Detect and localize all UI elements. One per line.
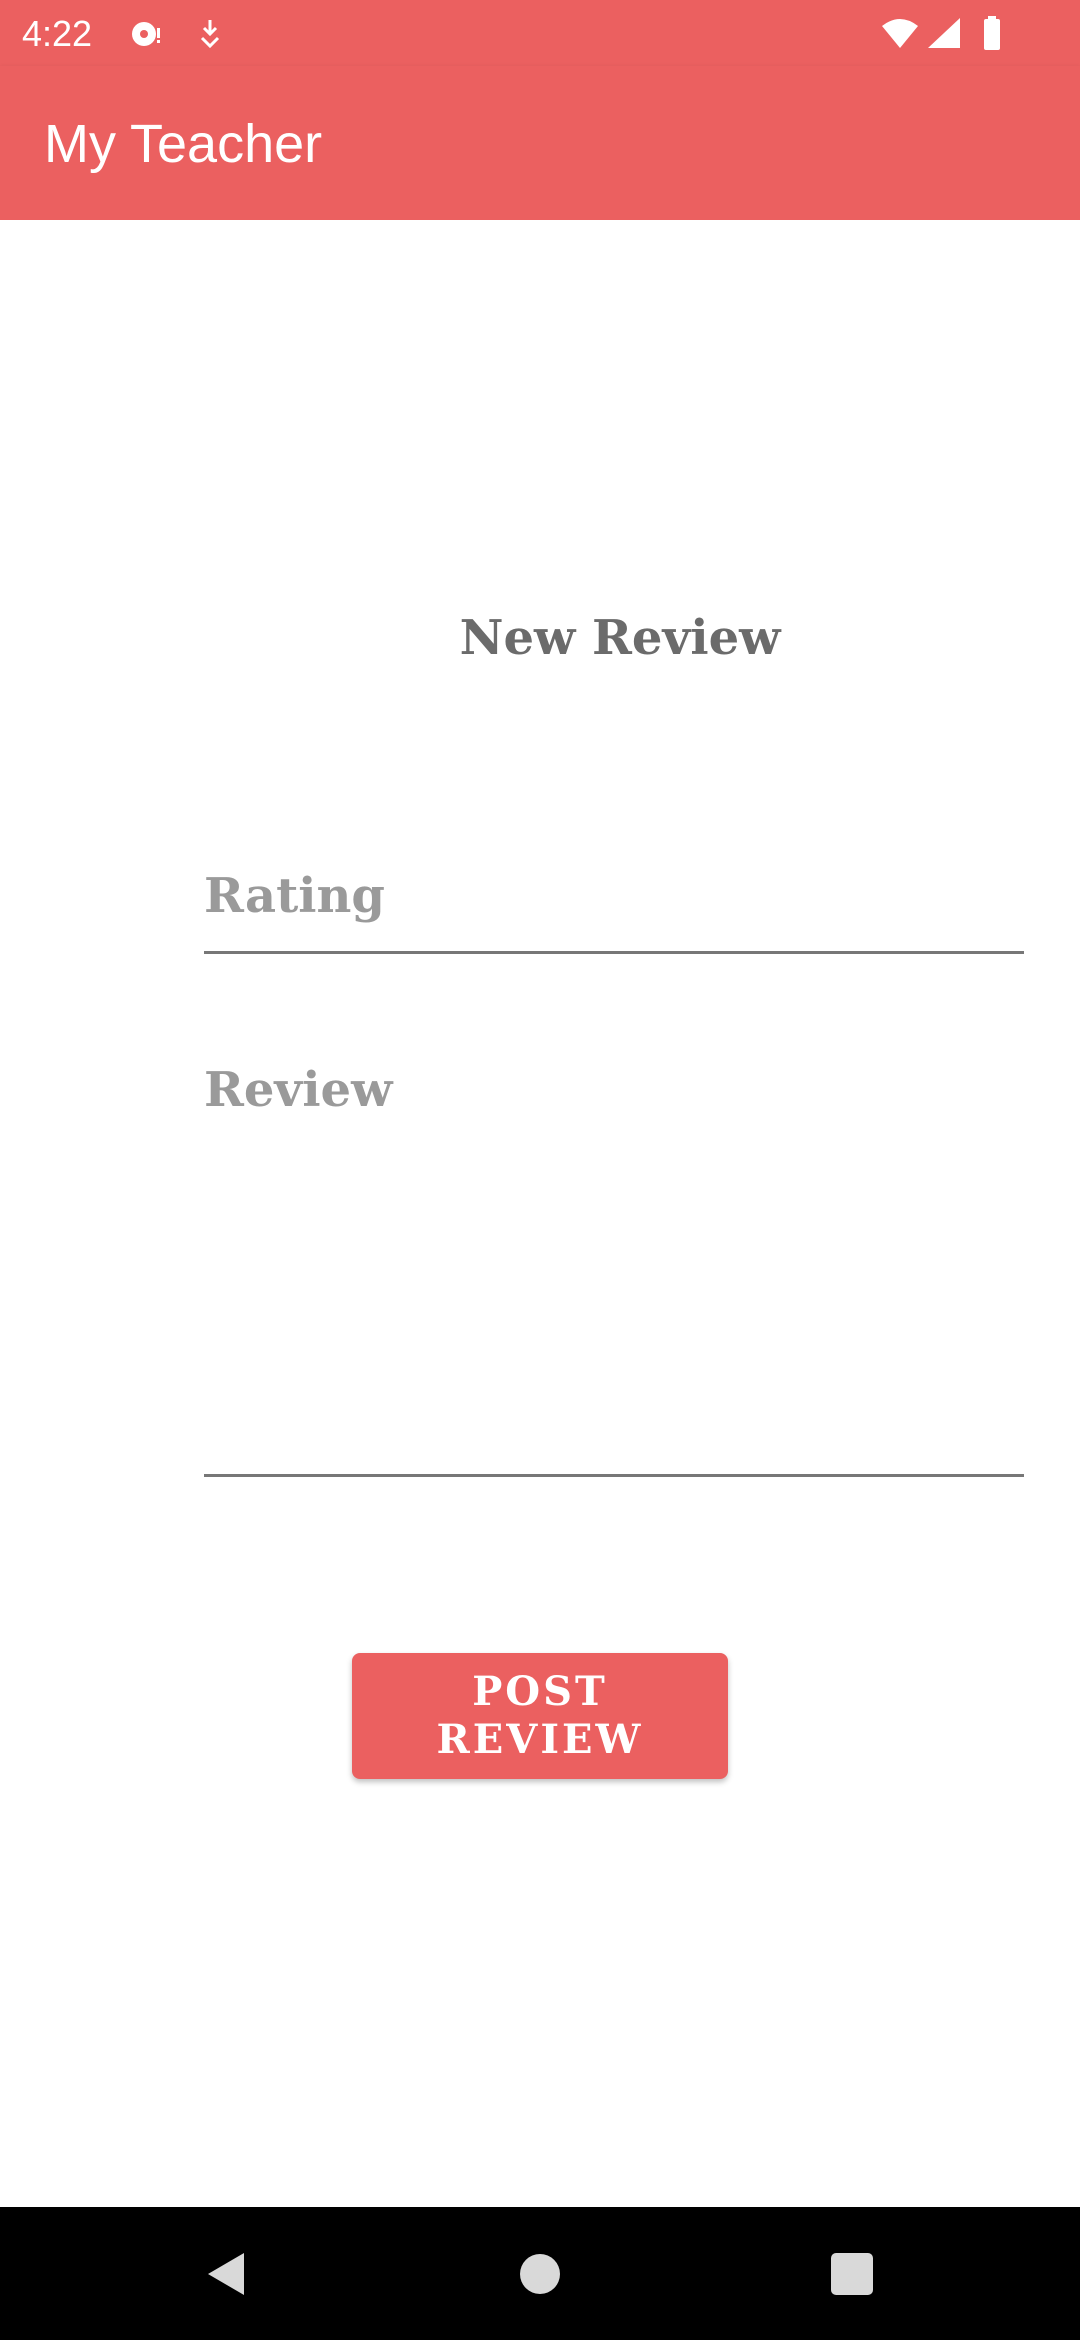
recents-icon[interactable] — [819, 2241, 885, 2307]
sync-icon — [132, 22, 160, 46]
review-form: New Review POST REVIEW — [0, 220, 1080, 2207]
review-input[interactable] — [204, 1060, 1024, 1680]
signal-icon — [928, 18, 960, 48]
back-icon[interactable] — [192, 2241, 258, 2307]
status-bar: 4:22 — [0, 0, 1080, 66]
wifi-icon — [882, 19, 918, 48]
rating-input[interactable] — [204, 860, 1024, 932]
download-icon — [200, 20, 220, 49]
app-bar: My Teacher — [0, 66, 1080, 220]
status-time: 4:22 — [22, 13, 93, 54]
battery-icon — [984, 16, 1000, 50]
post-review-button[interactable]: POST REVIEW — [352, 1653, 728, 1779]
review-underline — [204, 1474, 1024, 1477]
page-title: New Review — [459, 610, 781, 666]
app-title: My Teacher — [44, 114, 323, 174]
home-icon[interactable] — [507, 2241, 573, 2307]
rating-underline — [204, 951, 1024, 954]
navigation-bar — [0, 2207, 1080, 2340]
